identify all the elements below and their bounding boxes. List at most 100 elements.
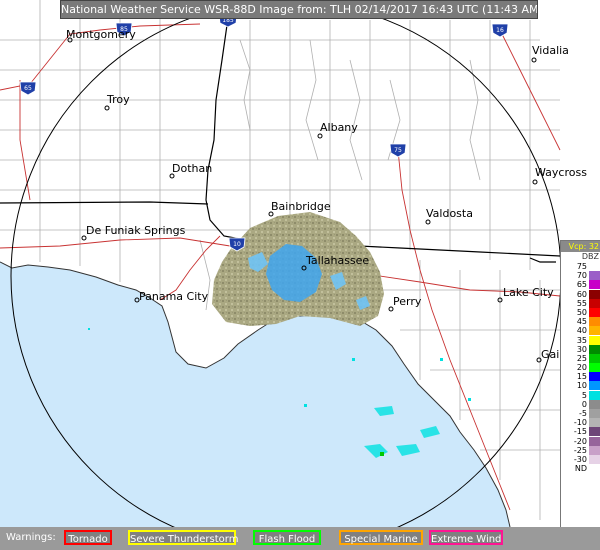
interstate-75-shield: 75 [389, 143, 407, 158]
legend-level-value: -20 [573, 436, 587, 446]
legend-level-value: 70 [576, 271, 587, 281]
legend-level-value: 45 [576, 317, 587, 327]
legend-level-swatch [589, 436, 600, 446]
legend-level: 60 [561, 289, 600, 299]
tornado-warning-toggle[interactable]: Tornado [64, 530, 112, 545]
city-label-valdosta: Valdosta [426, 207, 473, 220]
legend-level-value: 25 [576, 353, 587, 363]
legend-level-swatch [589, 409, 600, 418]
legend-level-value: 75 [576, 262, 587, 271]
legend-level-value: 15 [576, 372, 587, 382]
city-label-troy: Troy [106, 93, 130, 106]
city-label-panama-city: Panama City [139, 290, 209, 303]
special-marine-warning-toggle[interactable]: Special Marine [339, 530, 423, 545]
legend-level-value: 10 [576, 381, 587, 391]
legend-level-swatch [589, 454, 600, 464]
city-label-albany: Albany [320, 121, 358, 134]
legend-level-swatch [589, 344, 600, 354]
legend-level-swatch [589, 418, 600, 428]
legend-level-swatch [589, 381, 600, 391]
legend-level: 10 [561, 381, 600, 391]
interstate-65-label: 65 [24, 85, 32, 92]
legend-level-value: -25 [573, 445, 587, 455]
legend-level-value: -15 [573, 427, 587, 437]
legend-level: 55 [561, 298, 600, 308]
city-label-dothan: Dothan [172, 162, 212, 175]
legend-mode: Vcp: 32 [561, 241, 600, 252]
legend-level-swatch [589, 271, 600, 281]
legend-level-value: 60 [576, 289, 587, 299]
legend-level-swatch [589, 307, 600, 317]
legend-unit: DBZ [581, 252, 599, 261]
legend-level-swatch [589, 390, 600, 400]
city-label-lake-city: Lake City [503, 286, 554, 299]
city-label-montgomery: Montgomery [66, 28, 136, 41]
radar-map[interactable]: 85 65 185 16 75 10 Montgomery Troy Dotha… [0, 0, 600, 550]
legend-level: 35 [561, 335, 600, 345]
legend-level: -25 [561, 445, 600, 455]
city-label-vidalia: Vidalia [532, 44, 569, 57]
legend-level: 45 [561, 317, 600, 327]
legend-level-swatch [589, 262, 600, 271]
severe-thunderstorm-warning-toggle[interactable]: Severe Thunderstorm [128, 530, 238, 545]
interstate-10-label: 10 [233, 241, 241, 248]
legend-level: -5 [561, 409, 600, 418]
legend-level-value: 55 [576, 298, 587, 308]
legend-level-value: 20 [576, 363, 587, 373]
interstate-75-label: 75 [394, 147, 402, 154]
legend-level-value: 30 [576, 344, 587, 354]
legend-level-swatch [589, 280, 600, 290]
flash-flood-warning-toggle[interactable]: Flash Flood [253, 530, 321, 545]
legend-level-swatch [589, 289, 600, 299]
legend-level: 15 [561, 372, 600, 382]
city-label-gai: Gai [541, 348, 559, 361]
legend-level-swatch [589, 427, 600, 437]
reflectivity-legend: Vcp: 32 DBZ 75 70 65 60 55 50 45 40 35 30 25 20 15 10… [560, 240, 600, 543]
legend-level-swatch [589, 399, 600, 409]
interstate-16-label: 16 [496, 27, 504, 34]
legend-level-value: 65 [576, 280, 587, 290]
city-label-de-funiak-springs: De Funiak Springs [86, 224, 186, 237]
legend-level-swatch [589, 326, 600, 336]
legend-level-swatch [589, 363, 600, 373]
legend-level: 5 [561, 390, 600, 400]
legend-level: -10 [561, 418, 600, 428]
legend-level: 50 [561, 307, 600, 317]
image-title: National Weather Service WSR-88D Image f… [60, 0, 538, 19]
legend-level-value: ND [574, 464, 587, 474]
legend-level-value: -30 [573, 454, 587, 464]
legend-level-value: 0 [581, 399, 587, 409]
legend-level-value: 50 [576, 307, 587, 317]
legend-level: 65 [561, 280, 600, 290]
legend-level: -15 [561, 427, 600, 437]
city-label-tallahassee: Tallahassee [305, 254, 369, 267]
city-label-perry: Perry [393, 295, 422, 308]
legend-level: 20 [561, 363, 600, 373]
legend-scale: 75 70 65 60 55 50 45 40 35 30 25 20 15 10 5 0 -5 -10 -15 -2… [561, 262, 600, 474]
legend-level-value: -5 [579, 409, 587, 418]
legend-level: 40 [561, 326, 600, 336]
legend-level: 0 [561, 399, 600, 409]
legend-level-swatch [589, 445, 600, 455]
legend-level: -30 [561, 454, 600, 464]
legend-level-value: 5 [581, 390, 587, 400]
legend-level-swatch [589, 335, 600, 345]
city-label-bainbridge: Bainbridge [271, 200, 331, 213]
legend-level: 75 [561, 262, 600, 271]
legend-level-swatch [589, 353, 600, 363]
legend-level: 25 [561, 353, 600, 363]
interstate-65-shield: 65 [19, 81, 37, 96]
extreme-wind-warning-toggle[interactable]: Extreme Wind [429, 530, 503, 545]
legend-level-swatch [589, 372, 600, 382]
legend-level: 30 [561, 344, 600, 354]
legend-level-value: -10 [573, 418, 587, 428]
warnings-label: Warnings: [6, 532, 56, 543]
legend-level-swatch [589, 317, 600, 327]
legend-level-swatch [589, 298, 600, 308]
legend-level: ND [561, 464, 600, 474]
legend-level: -20 [561, 436, 600, 446]
legend-level-value: 35 [576, 335, 587, 345]
interstate-16-shield: 16 [491, 23, 509, 38]
legend-level: 70 [561, 271, 600, 281]
warnings-bar: Warnings: Tornado Severe Thunderstorm Fl… [0, 527, 600, 550]
